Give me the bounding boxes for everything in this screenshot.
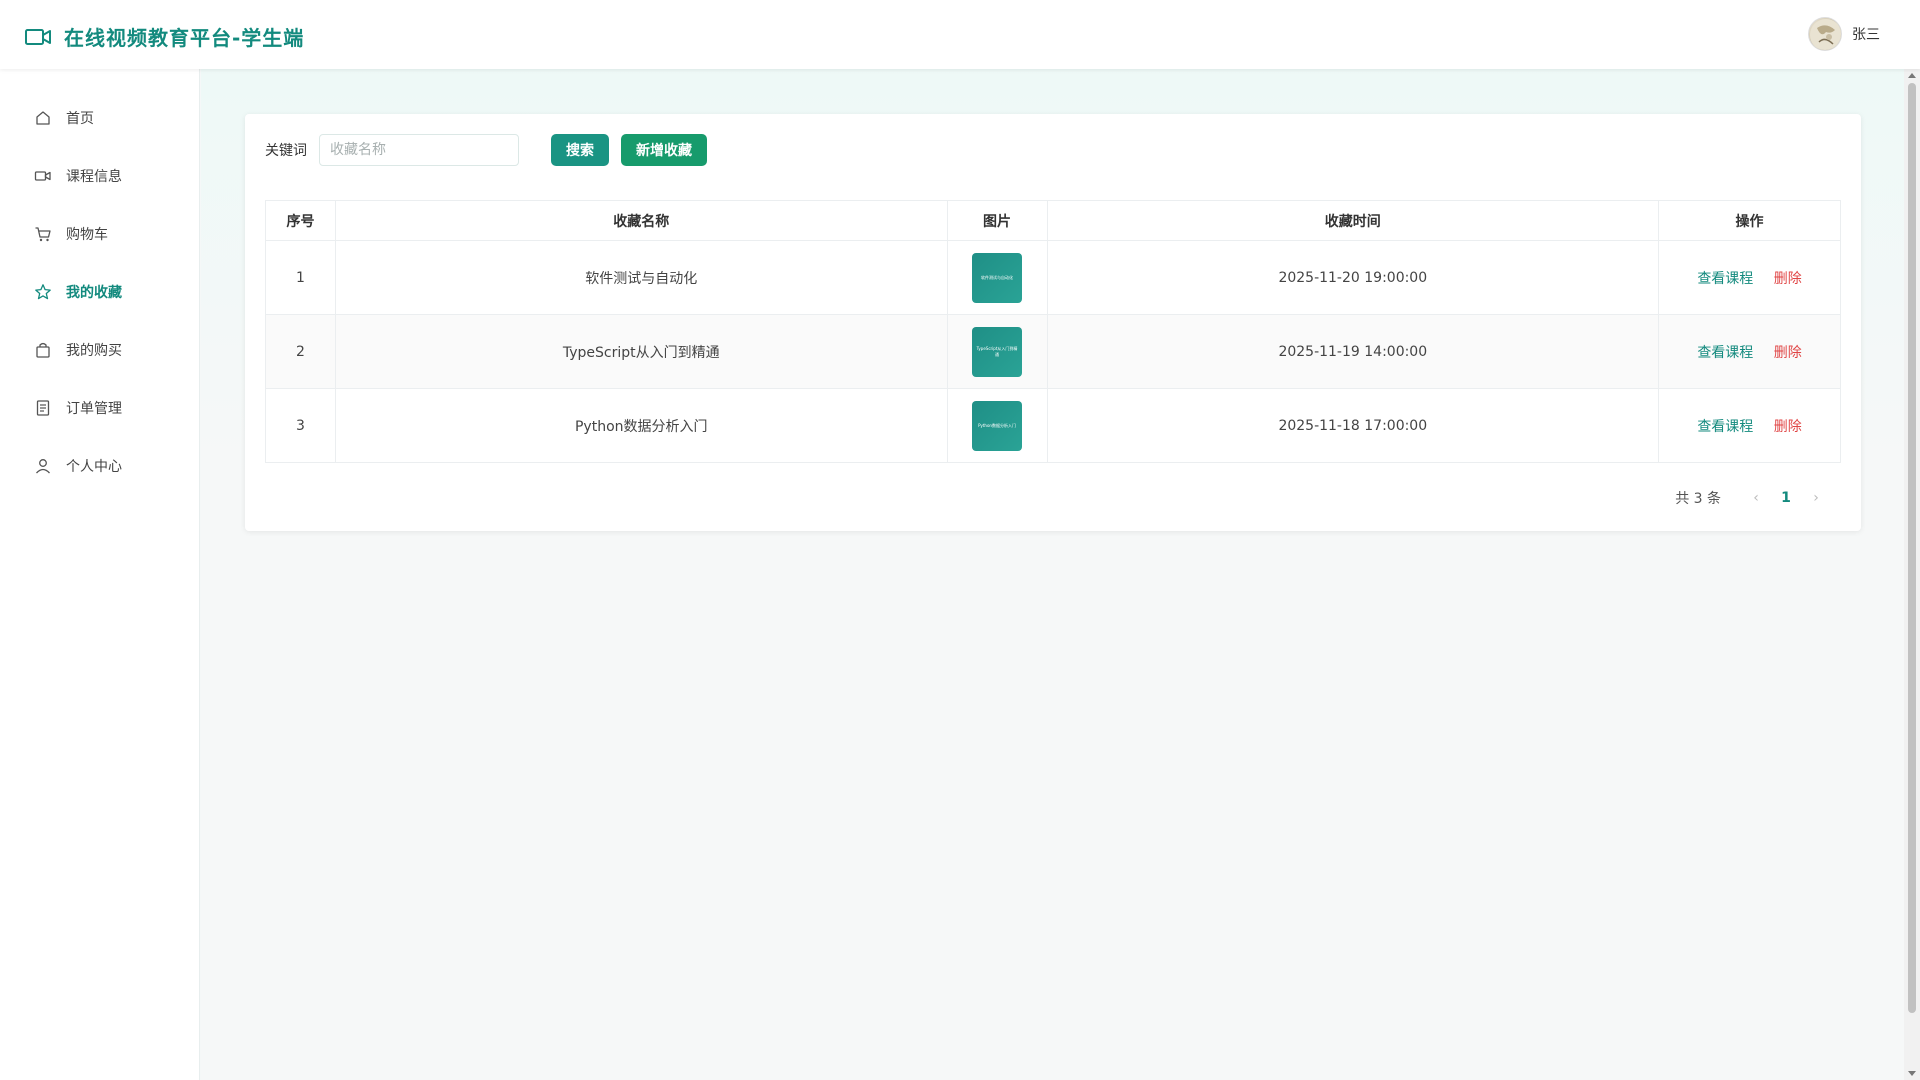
app-title: 在线视频教育平台-学生端 <box>64 26 305 50</box>
row-image-cell: TypeScript从入门到精通 <box>946 314 1048 389</box>
main-content: 关键词 搜索 新增收藏 序号 收藏名称 图片 收藏时间 操作 <box>201 69 1904 1080</box>
table-row: 1 软件测试与自动化 软件测试与自动化 2025-11-20 19:00:00 … <box>265 240 1841 315</box>
row-name: Python数据分析入门 <box>334 388 948 463</box>
sidebar-item-cart[interactable]: 购物车 <box>0 205 199 263</box>
user-name[interactable]: 张三 <box>1852 24 1880 44</box>
row-index: 2 <box>265 314 336 389</box>
view-course-link[interactable]: 查看课程 <box>1697 345 1753 361</box>
col-time: 收藏时间 <box>1046 200 1660 241</box>
video-icon <box>34 167 52 185</box>
delete-link[interactable]: 删除 <box>1774 345 1802 361</box>
sidebar-item-profile[interactable]: 个人中心 <box>0 437 199 495</box>
course-thumbnail[interactable]: TypeScript从入门到精通 <box>972 326 1023 377</box>
delete-link[interactable]: 删除 <box>1774 271 1802 287</box>
user-menu[interactable]: 张三 <box>1808 17 1880 51</box>
sidebar-item-home[interactable]: 首页 <box>0 89 199 147</box>
row-name: TypeScript从入门到精通 <box>334 314 948 389</box>
search-input[interactable] <box>319 134 519 166</box>
sidebar-item-favorites[interactable]: 我的收藏 <box>0 263 199 321</box>
col-name: 收藏名称 <box>334 200 948 241</box>
col-index: 序号 <box>265 200 336 241</box>
sidebar-item-label: 首页 <box>66 111 94 127</box>
brand[interactable]: 在线视频教育平台-学生端 <box>24 22 304 51</box>
search-button[interactable]: 搜索 <box>551 134 609 166</box>
sidebar-item-label: 我的收藏 <box>66 285 122 301</box>
row-index: 1 <box>265 240 336 315</box>
keyword-label: 关键词 <box>265 143 307 159</box>
sidebar-item-purchases[interactable]: 我的购买 <box>0 321 199 379</box>
sidebar-item-label: 课程信息 <box>66 169 122 185</box>
add-favorite-button[interactable]: 新增收藏 <box>621 134 707 166</box>
sidebar-item-label: 个人中心 <box>66 459 122 475</box>
row-actions: 查看课程 删除 <box>1658 314 1841 389</box>
cart-icon <box>34 225 52 243</box>
row-image-cell: Python数据分析入门 <box>946 388 1048 463</box>
scrollbar-thumb[interactable] <box>1908 83 1916 1013</box>
total-count: 共 3 条 <box>1675 491 1721 507</box>
delete-link[interactable]: 删除 <box>1774 419 1802 435</box>
col-actions: 操作 <box>1658 200 1841 241</box>
row-image-cell: 软件测试与自动化 <box>946 240 1048 315</box>
home-icon <box>34 109 52 127</box>
table-header-row: 序号 收藏名称 图片 收藏时间 操作 <box>265 200 1841 241</box>
sidebar-menu: 首页 课程信息 购物车 我的收藏 我的购买 订单管理 个人中心 <box>0 69 199 495</box>
table-row: 2 TypeScript从入门到精通 TypeScript从入门到精通 2025… <box>265 314 1841 389</box>
course-thumbnail[interactable]: Python数据分析入门 <box>972 400 1023 451</box>
user-icon <box>34 457 52 475</box>
top-header: 在线视频教育平台-学生端 张三 <box>0 0 1920 69</box>
pagination: 共 3 条 ‹ 1 › <box>1675 484 1831 512</box>
sidebar-item-orders[interactable]: 订单管理 <box>0 379 199 437</box>
view-course-link[interactable]: 查看课程 <box>1697 419 1753 435</box>
view-course-link[interactable]: 查看课程 <box>1697 271 1753 287</box>
page-number[interactable]: 1 <box>1771 484 1801 512</box>
row-name: 软件测试与自动化 <box>334 240 948 315</box>
favorites-card: 关键词 搜索 新增收藏 序号 收藏名称 图片 收藏时间 操作 <box>245 114 1861 531</box>
sidebar-item-label: 订单管理 <box>66 401 122 417</box>
star-icon <box>34 283 52 301</box>
document-icon <box>34 399 52 417</box>
bag-icon <box>34 341 52 359</box>
next-page-icon[interactable]: › <box>1801 484 1831 512</box>
course-thumbnail[interactable]: 软件测试与自动化 <box>972 252 1023 303</box>
avatar[interactable] <box>1808 17 1842 51</box>
row-time: 2025-11-18 17:00:00 <box>1046 388 1660 463</box>
row-time: 2025-11-19 14:00:00 <box>1046 314 1660 389</box>
col-image: 图片 <box>946 200 1048 241</box>
row-time: 2025-11-20 19:00:00 <box>1046 240 1660 315</box>
row-actions: 查看课程 删除 <box>1658 240 1841 315</box>
sidebar-item-courses[interactable]: 课程信息 <box>0 147 199 205</box>
sidebar-item-label: 我的购买 <box>66 343 122 359</box>
page-scrollbar[interactable] <box>1904 69 1920 1080</box>
video-camera-icon <box>24 25 52 49</box>
row-index: 3 <box>265 388 336 463</box>
sidebar: 首页 课程信息 购物车 我的收藏 我的购买 订单管理 个人中心 <box>0 69 200 1080</box>
favorites-table: 序号 收藏名称 图片 收藏时间 操作 1 软件测试与自动化 软件测试与自动化 2… <box>265 200 1841 463</box>
search-bar: 关键词 搜索 新增收藏 <box>265 134 707 166</box>
sidebar-item-label: 购物车 <box>66 227 108 243</box>
scroll-up-icon[interactable] <box>1908 73 1916 78</box>
scroll-down-icon[interactable] <box>1908 1071 1916 1076</box>
table-row: 3 Python数据分析入门 Python数据分析入门 2025-11-18 1… <box>265 388 1841 463</box>
row-actions: 查看课程 删除 <box>1658 388 1841 463</box>
prev-page-icon[interactable]: ‹ <box>1741 484 1771 512</box>
